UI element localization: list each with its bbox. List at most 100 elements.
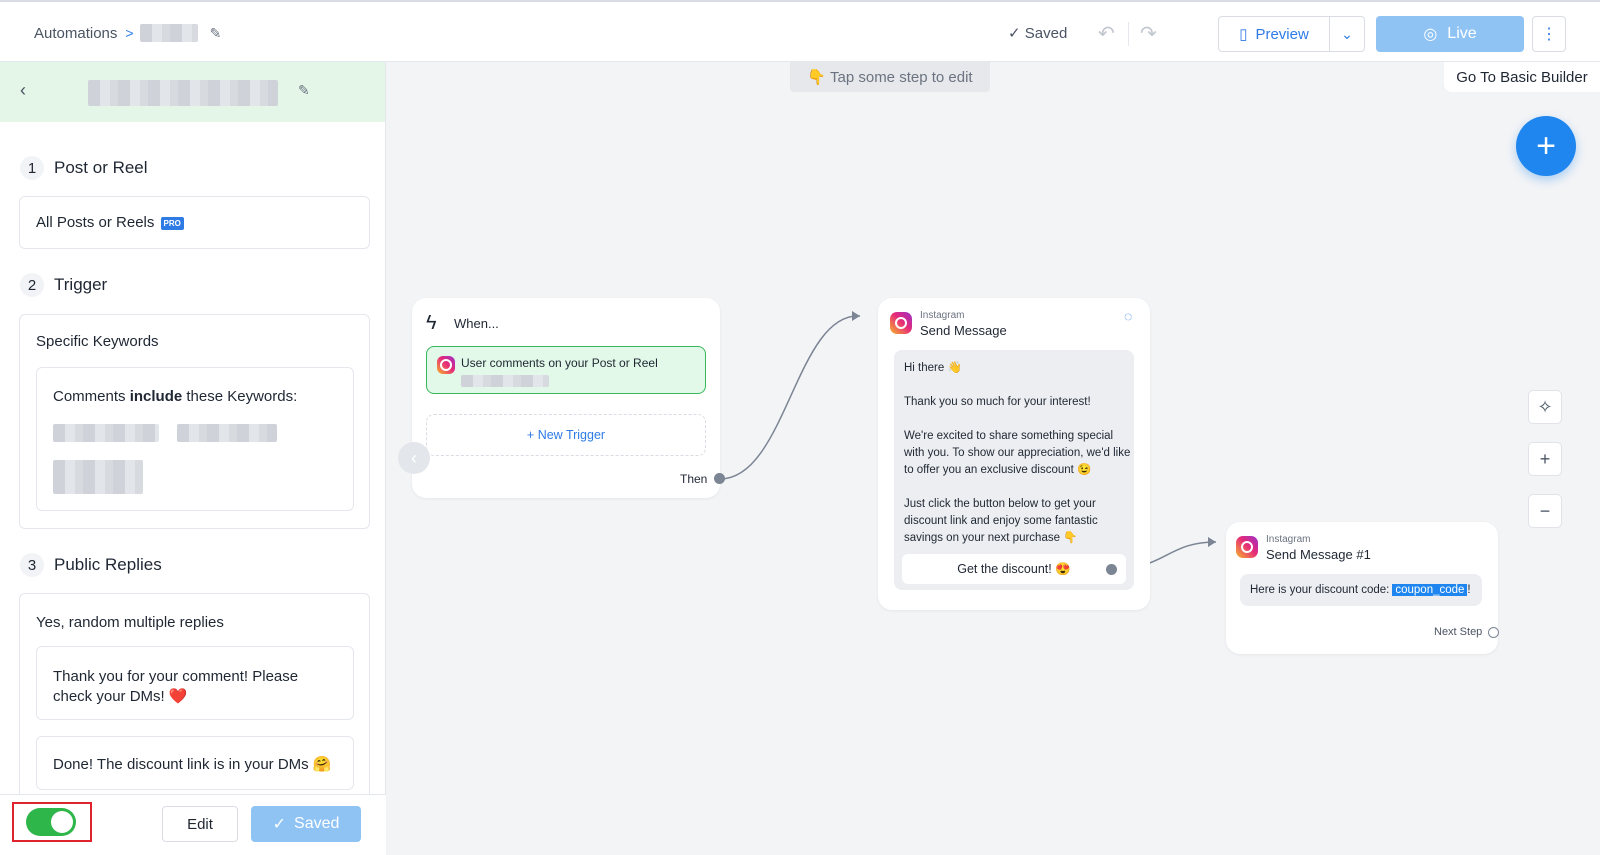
- instagram-icon: [437, 356, 455, 374]
- breadcrumb-automations-link[interactable]: Automations: [34, 25, 117, 42]
- message-line: Just click the button below to get your: [904, 498, 1096, 510]
- keyword-chip-redacted[interactable]: [53, 460, 143, 494]
- message-line: discount link and enjoy some fantastic: [904, 515, 1098, 527]
- more-options-icon[interactable]: ⋮: [1532, 16, 1566, 52]
- keywords-label-prefix: Comments: [53, 388, 130, 405]
- reply-text: Done! The discount link is in your DMs 🤗: [53, 756, 332, 773]
- message-line: Hi there 👋: [904, 362, 962, 374]
- keywords-label-bold: include: [129, 388, 183, 405]
- trigger-node-title: When...: [454, 316, 499, 331]
- instagram-icon: [890, 312, 912, 334]
- message-bubble[interactable]: Hi there 👋 Thank you so much for your in…: [894, 350, 1134, 590]
- keywords-box[interactable]: Comments include these Keywords:: [36, 367, 354, 511]
- then-label: Then: [680, 472, 708, 486]
- section-title: Trigger: [54, 275, 108, 294]
- trigger-item-text: User comments on your Post or Reel: [461, 356, 658, 370]
- section-post-or-reel: 1 Post or Reel: [20, 156, 148, 180]
- pro-badge: PRO: [160, 216, 184, 230]
- public-replies-box[interactable]: Yes, random multiple replies Thank you f…: [19, 593, 370, 803]
- message-cta-button[interactable]: Get the discount! 😍: [902, 554, 1126, 584]
- next-step-connector-dot[interactable]: [1488, 627, 1499, 638]
- back-icon[interactable]: ‹: [20, 80, 26, 101]
- panel-header: ‹ ✎: [0, 62, 385, 122]
- preview-dropdown-button[interactable]: ⌄: [1329, 16, 1365, 52]
- message-line: Thank you so much for your interest!: [904, 396, 1091, 408]
- arrow-head: [1208, 537, 1216, 547]
- lightning-icon: ϟ: [426, 312, 437, 334]
- node-platform: Instagram: [920, 310, 965, 321]
- node-platform: Instagram: [1266, 534, 1311, 545]
- automation-active-toggle[interactable]: [26, 808, 76, 836]
- new-trigger-button[interactable]: + New Trigger: [426, 414, 706, 456]
- section-title: Post or Reel: [54, 158, 148, 177]
- trigger-type-value: Specific Keywords: [36, 333, 159, 350]
- phone-icon: ▯: [1239, 26, 1248, 43]
- discount-text: Here is your discount code:: [1250, 584, 1390, 596]
- step-name-redacted: [88, 80, 278, 106]
- flow-canvas[interactable]: 👇 Tap some step to edit Go To Basic Buil…: [386, 62, 1600, 855]
- post-selector-value: All Posts or Reels: [36, 214, 155, 231]
- discount-code-message[interactable]: Here is your discount code: coupon_code …: [1240, 574, 1482, 606]
- node-title: Send Message: [920, 323, 1007, 338]
- chat-bubble-icon: ◌: [1124, 308, 1133, 324]
- message-line: [904, 411, 1132, 428]
- replies-mode-value: Yes, random multiple replies: [36, 614, 224, 631]
- collapse-panel-icon[interactable]: ‹: [398, 442, 430, 474]
- breadcrumb: Automations > ✎: [34, 24, 221, 42]
- post-selector[interactable]: All Posts or Reels PRO: [19, 196, 370, 249]
- chevron-right-icon: >: [125, 25, 134, 41]
- reply-item[interactable]: Done! The discount link is in your DMs 🤗: [36, 736, 354, 790]
- automation-name-redacted: [139, 24, 198, 42]
- trigger-box[interactable]: Specific Keywords Comments include these…: [19, 314, 370, 529]
- coupon-code-variable[interactable]: coupon_code: [1392, 584, 1468, 596]
- preview-label: Preview: [1255, 25, 1309, 43]
- section-trigger: 2 Trigger: [20, 273, 107, 297]
- saved-label: Saved: [294, 815, 340, 832]
- send-message-node[interactable]: Instagram Send Message ◌ Hi there 👋 Than…: [878, 298, 1150, 610]
- trigger-node[interactable]: ϟ When... User comments on your Post or …: [412, 298, 725, 498]
- section-public-replies: 3 Public Replies: [20, 553, 162, 577]
- arrow-head: [852, 311, 860, 321]
- chevron-down-icon: ⌄: [1341, 25, 1353, 42]
- live-button[interactable]: ◎ Live: [1376, 16, 1524, 52]
- section-number: 3: [20, 553, 44, 577]
- next-step-label: Next Step: [1434, 626, 1483, 638]
- pencil-icon[interactable]: ✎: [210, 25, 222, 42]
- message-line: We're excited to share something special: [904, 430, 1114, 442]
- toggle-knob: [51, 811, 73, 833]
- live-label: Live: [1447, 25, 1477, 42]
- pencil-icon[interactable]: ✎: [298, 82, 310, 99]
- undo-icon[interactable]: ↶: [1098, 21, 1115, 46]
- message-line: with you. To show our appreciation, we'd…: [904, 447, 1131, 459]
- message-line: [904, 377, 1132, 394]
- discount-text-suffix: !: [1467, 584, 1471, 596]
- instagram-icon: [1236, 536, 1258, 558]
- trigger-detail-redacted: [461, 375, 549, 387]
- send-message-1-node[interactable]: Instagram Send Message #1 Here is your d…: [1226, 522, 1499, 654]
- message-line: to offer you an exclusive discount 😉: [904, 464, 1092, 476]
- message-line: [904, 479, 1132, 496]
- reply-item[interactable]: Thank you for your comment! Please check…: [36, 646, 354, 720]
- keyword-chip-redacted[interactable]: [177, 424, 277, 442]
- top-bar: Automations > ✎ ✓ Saved ↶ ↷ ▯ Preview ⌄ …: [0, 0, 1600, 62]
- save-status-label: Saved: [1024, 25, 1068, 42]
- saved-button[interactable]: ✓ Saved: [251, 806, 361, 842]
- preview-button[interactable]: ▯ Preview: [1218, 16, 1330, 52]
- edit-button[interactable]: Edit: [162, 806, 238, 842]
- button-connector-dot[interactable]: [1106, 564, 1117, 575]
- save-status: ✓ Saved: [1008, 25, 1068, 42]
- section-title: Public Replies: [54, 555, 162, 574]
- keywords-label-suffix: these Keywords:: [182, 388, 298, 405]
- then-connector-dot[interactable]: [714, 473, 725, 484]
- section-number: 1: [20, 156, 44, 180]
- check-icon: ✓: [272, 816, 287, 833]
- keyword-chip-redacted[interactable]: [53, 424, 159, 442]
- message-line: savings on your next purchase 👇: [904, 532, 1078, 544]
- trigger-item[interactable]: User comments on your Post or Reel: [426, 346, 706, 394]
- check-circle-icon: ◎: [1423, 26, 1438, 43]
- node-title: Send Message #1: [1266, 547, 1371, 562]
- redo-icon[interactable]: ↷: [1140, 21, 1157, 46]
- reply-text: Thank you for your comment! Please check…: [53, 668, 299, 705]
- connector-trigger-to-message: [719, 315, 861, 480]
- message-text: Hi there 👋 Thank you so much for your in…: [904, 360, 1132, 547]
